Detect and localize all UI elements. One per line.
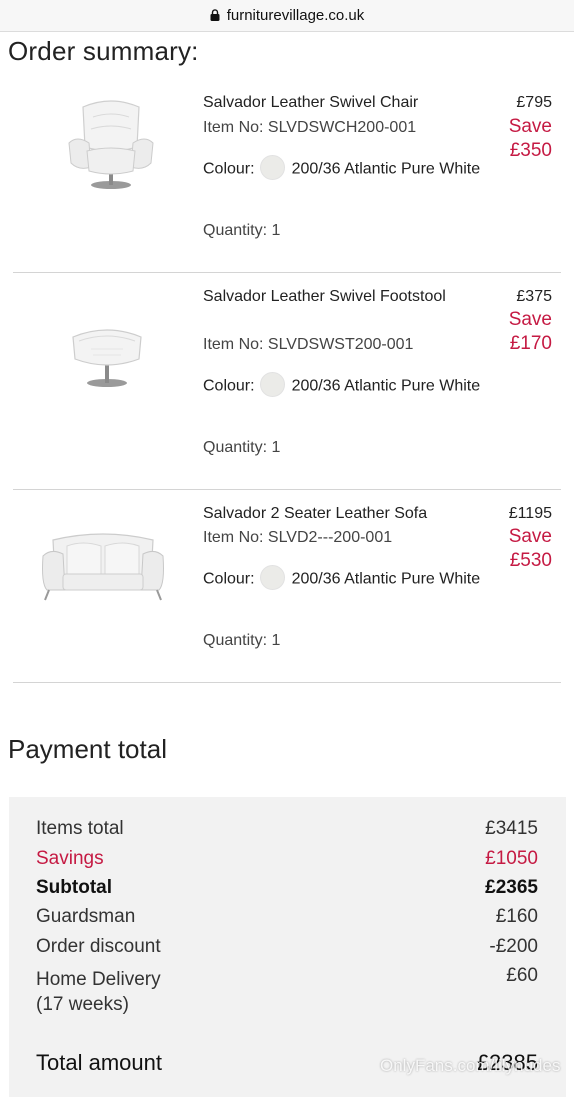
lock-icon [210,8,220,21]
colour-label: Colour: [203,160,255,178]
row-label: Items total [36,818,124,839]
item-save-label: Save [508,116,552,137]
item-number: Item No: SLVDSWST200-001 [203,336,414,353]
colour-value: 200/36 Atlantic Pure White [291,377,481,395]
item-name[interactable]: Salvador Leather Swivel Footstool [203,285,473,309]
colour-value: 200/36 Atlantic Pure White [291,570,481,588]
item-name[interactable]: Salvador 2 Seater Leather Sofa [203,502,473,526]
row-label: Subtotal [36,877,112,898]
colour-swatch [259,565,285,590]
row-value: £1050 [485,848,538,869]
item-save-amount: £530 [509,550,552,571]
home-delivery-row: Home Delivery (17 weeks) £60 [36,965,538,1018]
row-label: Home Delivery [36,969,161,990]
item-save-label: Save [508,526,552,547]
row-label: Guardsman [36,906,136,927]
order-item: Salvador Leather Swivel Chair Item No: S… [13,77,561,273]
row-value: £2365 [485,877,538,898]
row-value: -£200 [489,936,538,957]
item-save-amount: £350 [509,140,552,161]
browser-url-bar[interactable]: furniturevillage.co.uk [0,0,574,32]
colour-value: 200/36 Atlantic Pure White [291,160,481,178]
row-value: £3415 [485,818,538,839]
item-price: £795 [516,94,552,111]
item-save-amount: £170 [509,333,552,354]
colour-swatch [259,372,285,397]
footstool-image[interactable] [33,293,173,433]
item-number: Item No: SLVD2---200-001 [203,529,393,546]
item-colour: Colour: 200/36 Atlantic Pure White [203,372,493,399]
item-quantity: Quantity: 1 [203,222,281,239]
payment-totals-panel: Items total £3415 Savings £1050 Subtotal… [9,797,566,1097]
item-price: £375 [516,288,552,305]
item-quantity: Quantity: 1 [203,439,281,456]
colour-label: Colour: [203,377,255,395]
item-quantity: Quantity: 1 [203,632,281,649]
sofa-image[interactable] [33,494,173,634]
order-item: Salvador Leather Swivel Footstool Item N… [13,273,561,490]
colour-swatch [259,155,285,180]
watermark: OnlyFans.com/lilynudes [380,1056,561,1075]
order-item: Salvador 2 Seater Leather Sofa Item No: … [13,490,561,683]
item-price: £1195 [508,505,552,522]
total-label: Total amount [36,1050,162,1075]
swivel-chair-image[interactable] [33,77,173,217]
item-colour: Colour: 200/36 Atlantic Pure White [203,565,493,592]
item-name[interactable]: Salvador Leather Swivel Chair [203,91,473,115]
order-summary-title: Order summary: [8,36,199,66]
row-value: £160 [495,906,538,927]
row-label: Order discount [36,936,161,957]
item-save-label: Save [508,309,552,330]
item-colour: Colour: 200/36 Atlantic Pure White [203,155,493,182]
row-value: £60 [506,965,538,986]
row-label: Savings [36,848,104,869]
colour-label: Colour: [203,570,255,588]
row-label-detail: (17 weeks) [36,994,129,1015]
payment-total-title: Payment total [8,734,167,764]
item-number: Item No: SLVDSWCH200-001 [203,119,417,136]
url-text: furniturevillage.co.uk [226,7,365,24]
